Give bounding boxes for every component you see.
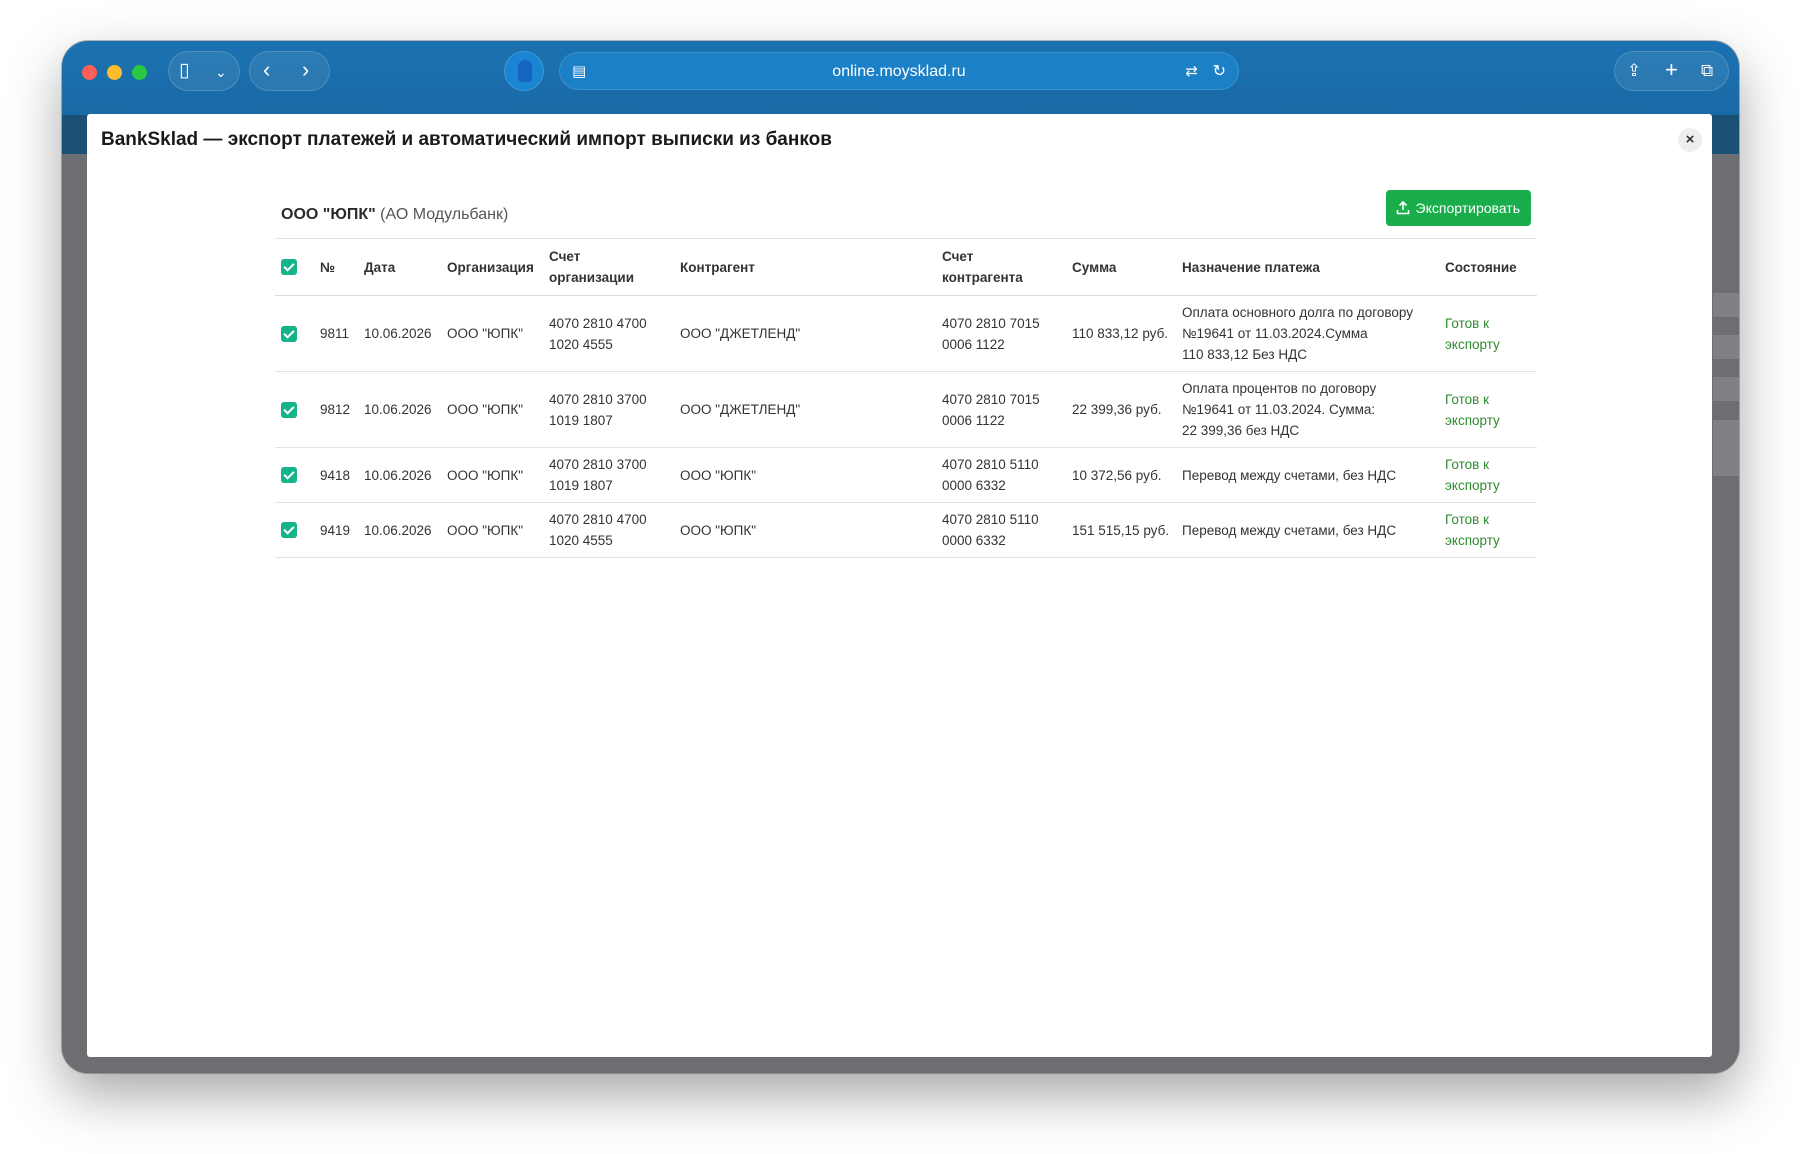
payments-table: № Дата Организация Счет организации Конт… bbox=[275, 238, 1537, 558]
row-purpose: Оплата основного долга по договору №1964… bbox=[1176, 295, 1439, 372]
row-org-account: 4070 2810 4700 1020 4555 bbox=[543, 502, 674, 558]
row-organization: ООО "ЮПК" bbox=[441, 295, 543, 372]
background-row bbox=[1713, 335, 1739, 359]
row-counterparty: ООО "ДЖЕТЛЕНД" bbox=[674, 295, 936, 372]
new-tab-icon[interactable]: + bbox=[1665, 59, 1678, 81]
modal-title: BankSklad — экспорт платежей и автоматич… bbox=[101, 129, 832, 150]
row-checkbox[interactable] bbox=[281, 325, 297, 342]
navigation-group[interactable]: ‹ › bbox=[249, 51, 330, 91]
row-status: Готов к экспорту bbox=[1439, 371, 1537, 448]
bank-name: (АО Модульбанк) bbox=[380, 206, 509, 223]
row-cp-account: 4070 2810 7015 0006 1122 bbox=[936, 371, 1066, 448]
row-select-cell bbox=[275, 371, 314, 448]
row-org-account: 4070 2810 3700 1019 1807 bbox=[543, 371, 674, 448]
row-organization: ООО "ЮПК" bbox=[441, 502, 543, 558]
organization-header: ООО "ЮПК" (АО Модульбанк) bbox=[281, 206, 508, 224]
browser-window: ▯ ⌄ ‹ › ▤ online.moysklad.ru ⇄ ↻ ⇪ + ⧉ B… bbox=[62, 41, 1739, 1073]
banksklad-modal: BankSklad — экспорт платежей и автоматич… bbox=[87, 114, 1712, 1057]
tab-overview-icon[interactable]: ⧉ bbox=[1701, 61, 1713, 81]
row-select-cell bbox=[275, 502, 314, 558]
close-window-button[interactable] bbox=[82, 65, 97, 80]
row-checkbox[interactable] bbox=[281, 401, 297, 418]
background-row bbox=[1713, 293, 1739, 317]
select-all-cell bbox=[275, 238, 314, 296]
table-row[interactable]: 9418 10.06.2026 ООО "ЮПК" 4070 2810 3700… bbox=[275, 447, 1537, 503]
row-amount: 110 833,12 руб. bbox=[1066, 295, 1176, 372]
back-icon[interactable]: ‹ bbox=[263, 59, 270, 81]
header-amount[interactable]: Сумма bbox=[1066, 238, 1176, 296]
row-number: 9418 bbox=[314, 447, 358, 503]
row-select-cell bbox=[275, 295, 314, 372]
header-counterparty[interactable]: Контрагент bbox=[674, 238, 936, 296]
translate-icon[interactable]: ⇄ bbox=[1185, 62, 1198, 82]
table-row[interactable]: 9419 10.06.2026 ООО "ЮПК" 4070 2810 4700… bbox=[275, 502, 1537, 558]
row-cp-account: 4070 2810 5110 0000 6332 bbox=[936, 447, 1066, 503]
select-all-checkbox[interactable] bbox=[281, 259, 297, 275]
address-url[interactable]: online.moysklad.ru bbox=[560, 63, 1238, 81]
row-select-cell bbox=[275, 447, 314, 503]
reload-icon[interactable]: ↻ bbox=[1213, 62, 1226, 82]
row-counterparty: ООО "ЮПК" bbox=[674, 502, 936, 558]
share-icon[interactable]: ⇪ bbox=[1627, 61, 1641, 81]
row-date: 10.06.2026 bbox=[358, 295, 441, 372]
close-icon[interactable]: × bbox=[1678, 128, 1702, 152]
table-row[interactable]: 9811 10.06.2026 ООО "ЮПК" 4070 2810 4700… bbox=[275, 295, 1537, 372]
organization-name: ООО "ЮПК" bbox=[281, 206, 376, 223]
row-status: Готов к экспорту bbox=[1439, 447, 1537, 503]
toolbar-actions-group: ⇪ + ⧉ bbox=[1614, 51, 1729, 91]
row-amount: 10 372,56 руб. bbox=[1066, 447, 1176, 503]
row-checkbox[interactable] bbox=[281, 467, 297, 483]
address-bar[interactable]: ▤ online.moysklad.ru ⇄ ↻ bbox=[559, 52, 1239, 90]
row-purpose: Оплата процентов по договору №19641 от 1… bbox=[1176, 371, 1439, 448]
row-org-account: 4070 2810 4700 1020 4555 bbox=[543, 295, 674, 372]
row-number: 9811 bbox=[314, 295, 358, 372]
chevron-down-icon[interactable]: ⌄ bbox=[215, 62, 227, 82]
row-counterparty: ООО "ДЖЕТЛЕНД" bbox=[674, 371, 936, 448]
zoom-window-button[interactable] bbox=[132, 65, 147, 80]
export-button[interactable]: Экспортировать bbox=[1385, 190, 1531, 226]
row-purpose: Перевод между счетами, без НДС bbox=[1176, 502, 1439, 558]
row-number: 9419 bbox=[314, 502, 358, 558]
header-cp-account[interactable]: Счет контрагента bbox=[936, 238, 1066, 296]
row-purpose: Перевод между счетами, без НДС bbox=[1176, 447, 1439, 503]
row-date: 10.06.2026 bbox=[358, 447, 441, 503]
export-button-label: Экспортировать bbox=[1415, 200, 1520, 216]
background-row bbox=[1713, 420, 1739, 476]
minimize-window-button[interactable] bbox=[107, 65, 122, 80]
row-status: Готов к экспорту bbox=[1439, 295, 1537, 372]
row-cp-account: 4070 2810 5110 0000 6332 bbox=[936, 502, 1066, 558]
table-row[interactable]: 9812 10.06.2026 ООО "ЮПК" 4070 2810 3700… bbox=[275, 371, 1537, 448]
row-number: 9812 bbox=[314, 371, 358, 448]
profile-icon[interactable] bbox=[504, 51, 544, 91]
row-cp-account: 4070 2810 7015 0006 1122 bbox=[936, 295, 1066, 372]
header-date[interactable]: Дата bbox=[358, 238, 441, 296]
header-number[interactable]: № bbox=[314, 238, 358, 296]
sidebar-icon[interactable]: ▯ bbox=[179, 61, 189, 81]
row-status: Готов к экспорту bbox=[1439, 502, 1537, 558]
table-header-row: № Дата Организация Счет организации Конт… bbox=[275, 238, 1537, 296]
row-checkbox[interactable] bbox=[281, 522, 297, 538]
background-row bbox=[1713, 377, 1739, 401]
sidebar-toggle-group[interactable]: ▯ ⌄ bbox=[168, 51, 240, 91]
header-status[interactable]: Состояние bbox=[1439, 238, 1537, 296]
upload-icon bbox=[1396, 201, 1409, 215]
row-organization: ООО "ЮПК" bbox=[441, 371, 543, 448]
row-amount: 22 399,36 руб. bbox=[1066, 371, 1176, 448]
browser-toolbar: ▯ ⌄ ‹ › ▤ online.moysklad.ru ⇄ ↻ ⇪ + ⧉ bbox=[62, 41, 1739, 115]
row-amount: 151 515,15 руб. bbox=[1066, 502, 1176, 558]
header-purpose[interactable]: Назначение платежа bbox=[1176, 238, 1439, 296]
header-organization[interactable]: Организация bbox=[441, 238, 543, 296]
row-date: 10.06.2026 bbox=[358, 502, 441, 558]
row-date: 10.06.2026 bbox=[358, 371, 441, 448]
row-organization: ООО "ЮПК" bbox=[441, 447, 543, 503]
forward-icon[interactable]: › bbox=[302, 59, 309, 81]
row-counterparty: ООО "ЮПК" bbox=[674, 447, 936, 503]
header-org-account[interactable]: Счет организации bbox=[543, 238, 674, 296]
row-org-account: 4070 2810 3700 1019 1807 bbox=[543, 447, 674, 503]
